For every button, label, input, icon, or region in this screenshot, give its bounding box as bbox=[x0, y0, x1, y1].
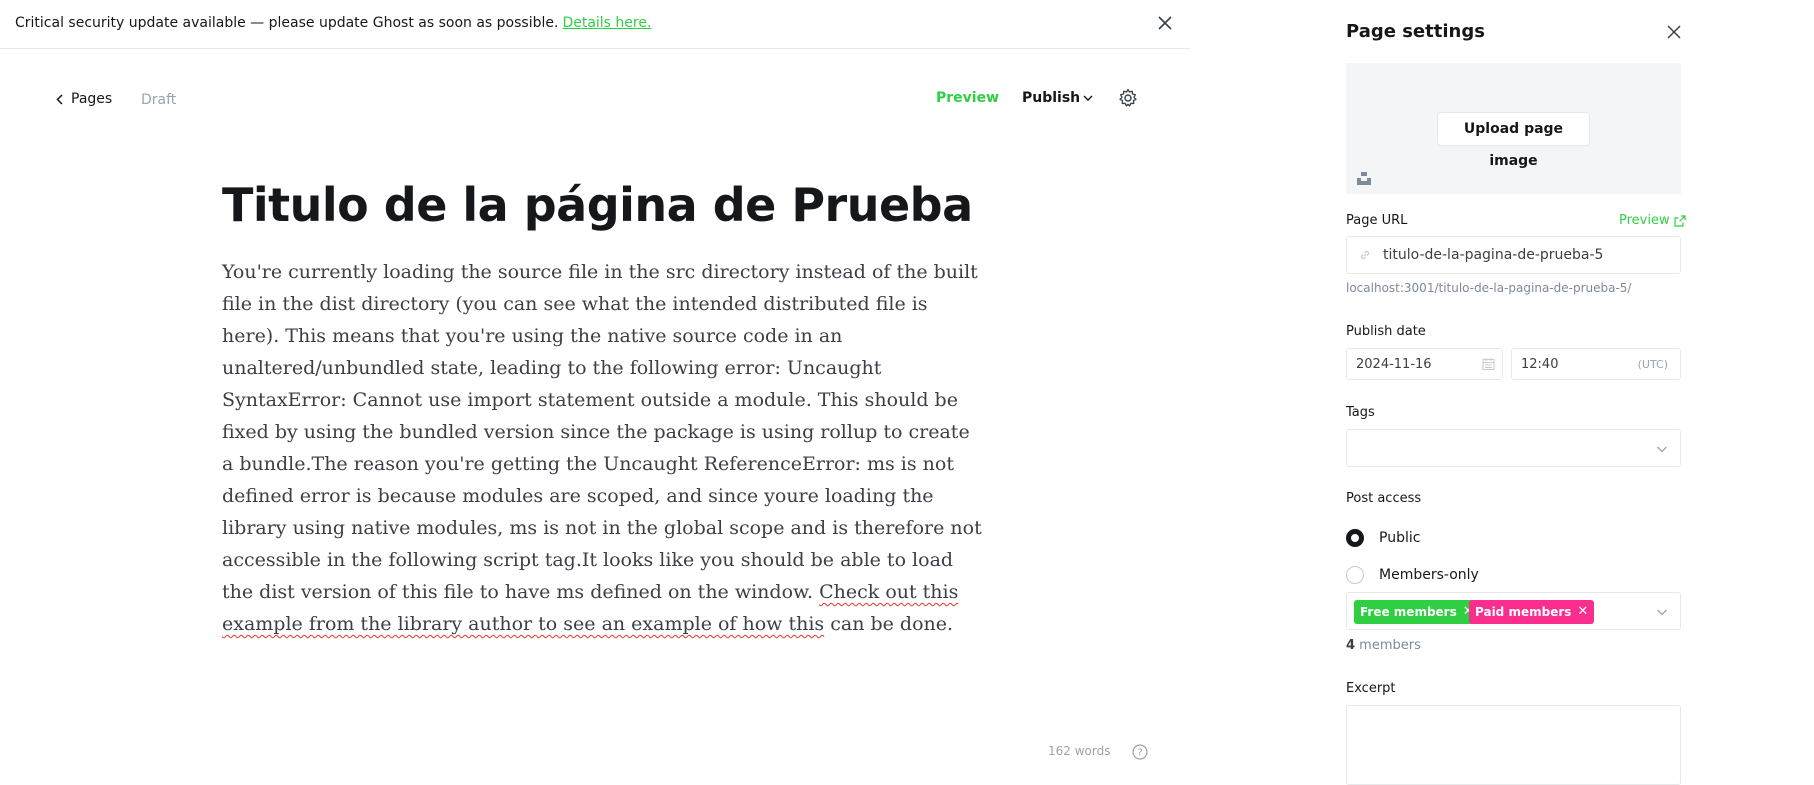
timezone: (UTC) bbox=[1637, 358, 1668, 371]
help-icon[interactable]: ? bbox=[1132, 744, 1148, 760]
access-option-label: Members-only bbox=[1379, 567, 1479, 583]
word-count: 162 words bbox=[1048, 744, 1111, 758]
excerpt-textarea[interactable] bbox=[1346, 705, 1681, 785]
radio-unselected[interactable] bbox=[1346, 566, 1364, 584]
access-option-label: Public bbox=[1379, 530, 1421, 546]
security-banner: Critical security update available — ple… bbox=[0, 0, 1190, 49]
page-url-input[interactable]: titulo-de-la-pagina-de-prueba-5 bbox=[1346, 236, 1681, 274]
back-label: Pages bbox=[71, 91, 113, 107]
link-icon bbox=[1360, 250, 1370, 260]
access-option-members-only[interactable]: Members-only bbox=[1346, 566, 1479, 584]
members-count: 4 members bbox=[1346, 638, 1421, 653]
members-count-suffix: members bbox=[1355, 638, 1421, 653]
close-icon[interactable] bbox=[1156, 14, 1174, 32]
full-url: localhost:3001/titulo-de-la-pagina-de-pr… bbox=[1346, 281, 1632, 295]
banner-message: Critical security update available — ple… bbox=[15, 15, 651, 31]
url-preview-label: Preview bbox=[1619, 213, 1670, 228]
access-option-public[interactable]: Public bbox=[1346, 529, 1420, 547]
svg-text:?: ? bbox=[1137, 748, 1142, 759]
tier-chip-free: Free members✕ bbox=[1354, 600, 1480, 624]
excerpt-label: Excerpt bbox=[1346, 681, 1396, 696]
tier-label: Free members bbox=[1360, 605, 1457, 619]
date-input[interactable]: 2024-11-16 bbox=[1346, 348, 1503, 380]
post-title[interactable]: Titulo de la página de Prueba bbox=[222, 178, 973, 232]
tier-label: Paid members bbox=[1475, 605, 1572, 619]
post-body-tail: can be done. bbox=[824, 613, 954, 635]
time-input[interactable]: 12:40 (UTC) bbox=[1511, 348, 1681, 380]
publish-date-label: Publish date bbox=[1346, 324, 1426, 339]
publish-label: Publish bbox=[1022, 90, 1081, 106]
slug-value: titulo-de-la-pagina-de-prueba-5 bbox=[1383, 247, 1604, 263]
post-body[interactable]: You're currently loading the source file… bbox=[222, 256, 982, 640]
banner-details-link[interactable]: Details here. bbox=[562, 15, 651, 31]
page-url-label: Page URL bbox=[1346, 213, 1408, 228]
chevron-down-icon bbox=[1083, 95, 1093, 101]
date-value: 2024-11-16 bbox=[1356, 357, 1432, 372]
url-preview-link[interactable]: Preview bbox=[1619, 213, 1686, 228]
tags-label: Tags bbox=[1346, 405, 1375, 420]
gear-icon[interactable] bbox=[1118, 88, 1138, 108]
banner-text: Critical security update available — ple… bbox=[15, 15, 559, 31]
back-to-pages-link[interactable]: Pages bbox=[56, 91, 112, 107]
external-link-icon bbox=[1674, 214, 1686, 227]
post-status: Draft bbox=[141, 92, 177, 108]
radio-selected[interactable] bbox=[1346, 529, 1364, 547]
preview-button[interactable]: Preview bbox=[936, 90, 999, 106]
post-access-label: Post access bbox=[1346, 491, 1422, 506]
close-icon[interactable] bbox=[1665, 23, 1683, 41]
unsplash-icon[interactable] bbox=[1356, 170, 1372, 186]
time-value: 12:40 bbox=[1521, 357, 1559, 372]
panel-title: Page settings bbox=[1346, 21, 1485, 42]
chevron-left-icon bbox=[56, 93, 63, 105]
remove-icon[interactable]: ✕ bbox=[1577, 600, 1588, 624]
publish-button[interactable]: Publish bbox=[1022, 90, 1093, 106]
upload-image-button[interactable]: Upload page image bbox=[1437, 112, 1590, 169]
members-count-number: 4 bbox=[1346, 638, 1356, 653]
tier-chip-paid: Paid members ✕ bbox=[1469, 600, 1595, 624]
tags-input[interactable] bbox=[1346, 429, 1681, 467]
calendar-icon bbox=[1482, 358, 1495, 371]
chevron-down-icon bbox=[1657, 609, 1667, 616]
chevron-down-icon bbox=[1657, 446, 1667, 453]
tiers-select[interactable]: Free members✕ Paid members ✕ bbox=[1346, 592, 1681, 630]
post-body-text: You're currently loading the source file… bbox=[222, 261, 982, 603]
